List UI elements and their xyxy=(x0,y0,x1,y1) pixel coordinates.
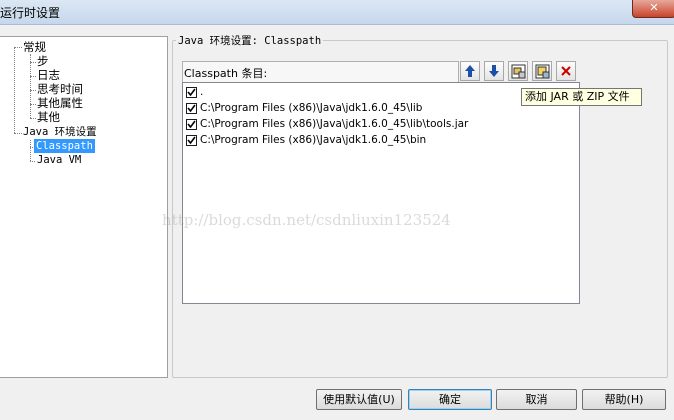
checkmark-icon xyxy=(187,120,196,129)
checkmark-icon xyxy=(187,88,196,97)
checkmark-icon xyxy=(187,104,196,113)
window-title: 运行时设置 xyxy=(0,6,61,20)
checkbox[interactable] xyxy=(186,103,197,114)
watermark: http://blog.csdn.net/csdnliuxin123524 xyxy=(162,211,451,229)
tree-connector xyxy=(30,104,36,105)
tree-connector xyxy=(30,90,36,91)
tree-item-other[interactable]: 其他 xyxy=(37,110,60,124)
tree-item-misc-properties[interactable]: 其他属性 xyxy=(37,96,83,110)
tree-item-classpath[interactable]: Classpath xyxy=(34,139,95,153)
checkmark-icon xyxy=(187,136,196,145)
tree-connector xyxy=(30,76,36,77)
title-bar: 运行时设置 ✕ xyxy=(0,0,674,25)
move-up-button[interactable] xyxy=(460,61,480,81)
classpath-header: Classpath 条目: xyxy=(182,61,459,83)
use-defaults-button[interactable]: 使用默认值(U) xyxy=(316,389,402,410)
checkbox[interactable] xyxy=(186,119,197,130)
tree-connector xyxy=(30,62,36,63)
move-down-button[interactable] xyxy=(484,61,504,81)
entry-path: C:\Program Files (x86)\Java\jdk1.6.0_45\… xyxy=(200,102,423,114)
tree-connector xyxy=(30,54,31,118)
close-icon: ✕ xyxy=(649,1,659,14)
help-button[interactable]: 帮助(H) xyxy=(582,389,666,410)
delete-icon xyxy=(561,66,571,76)
tooltip: 添加 JAR 或 ZIP 文件 xyxy=(521,88,642,106)
delete-button[interactable] xyxy=(556,61,576,81)
tree-connector xyxy=(30,161,35,162)
settings-tree: 常规 步 日志 思考时间 其他属性 其他 Java 环境设置 Classpath… xyxy=(0,36,168,378)
tree-connector xyxy=(14,47,15,133)
add-jar-icon xyxy=(511,64,526,79)
checkbox[interactable] xyxy=(186,135,197,146)
checkbox[interactable] xyxy=(186,87,197,98)
tree-connector xyxy=(30,118,36,119)
entry-path: C:\Program Files (x86)\Java\jdk1.6.0_45\… xyxy=(200,134,427,146)
tree-item-think-time[interactable]: 思考时间 xyxy=(37,82,83,96)
entry-path: . xyxy=(200,86,204,98)
arrow-up-icon xyxy=(465,65,475,77)
arrow-down-icon xyxy=(489,65,499,77)
tree-item-step[interactable]: 步 xyxy=(37,54,49,68)
tree-item-java-vm[interactable]: Java VM xyxy=(37,153,81,167)
tree-connector xyxy=(14,133,22,134)
add-folder-icon xyxy=(535,64,550,79)
close-button[interactable]: ✕ xyxy=(632,0,674,18)
tree-connector xyxy=(30,140,31,161)
group-title: Java 环境设置: Classpath xyxy=(176,33,324,48)
tree-item-java-env[interactable]: Java 环境设置 xyxy=(23,125,97,139)
entry-path: C:\Program Files (x86)\Java\jdk1.6.0_45\… xyxy=(200,118,469,130)
tree-connector xyxy=(14,47,22,48)
add-jar-button[interactable] xyxy=(508,61,528,81)
tree-item-general[interactable]: 常规 xyxy=(23,40,46,54)
add-folder-button[interactable] xyxy=(532,61,552,81)
ok-button[interactable]: 确定 xyxy=(408,389,492,410)
classpath-header-label: Classpath 条目: xyxy=(184,67,268,80)
cancel-button[interactable]: 取消 xyxy=(496,389,577,410)
tree-item-log[interactable]: 日志 xyxy=(37,68,60,82)
classpath-list[interactable]: . C:\Program Files (x86)\Java\jdk1.6.0_4… xyxy=(182,82,580,304)
